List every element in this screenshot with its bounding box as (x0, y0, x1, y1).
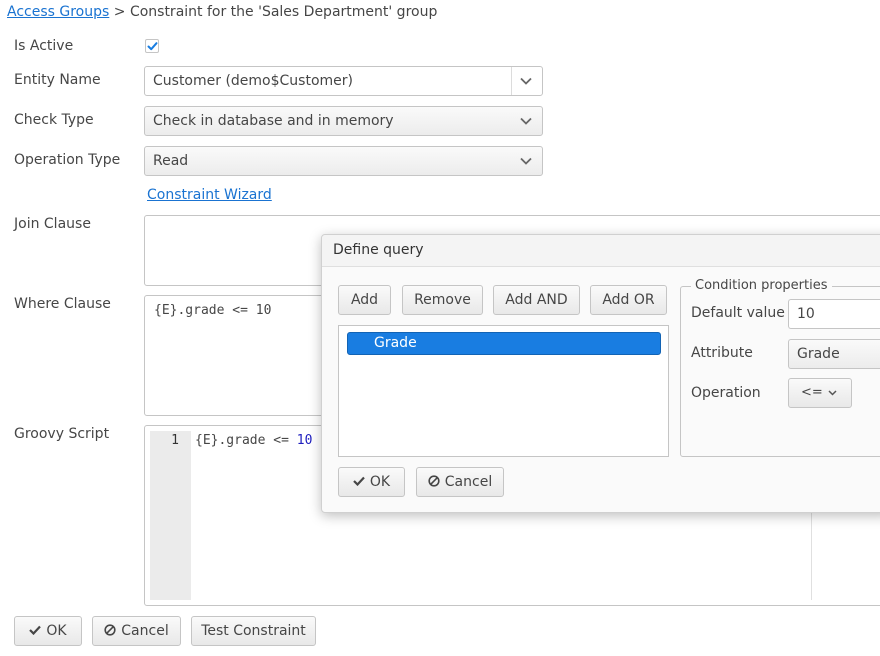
operation-type-select[interactable]: Read (144, 146, 543, 176)
operation-value: <= (801, 385, 823, 400)
code-line: {E}.grade <= 10 (195, 433, 312, 448)
dialog-cancel-label: Cancel (444, 474, 493, 490)
check-type-value: Check in database and in memory (153, 113, 394, 129)
check-type-select[interactable]: Check in database and in memory (144, 106, 543, 136)
entity-name-label: Entity Name (14, 72, 101, 88)
remove-condition-button[interactable]: Remove (402, 285, 483, 315)
tree-item-grade[interactable]: Grade (347, 332, 661, 355)
dialog-cancel-button[interactable]: Cancel (416, 467, 504, 497)
dialog-ok-button[interactable]: OK (338, 467, 405, 497)
chevron-down-icon (520, 157, 532, 165)
add-and-button[interactable]: Add AND (493, 285, 580, 315)
operation-type-label: Operation Type (14, 152, 121, 168)
line-number-gutter: 1 (150, 431, 191, 600)
ban-icon (104, 624, 116, 636)
operation-select[interactable]: <= (788, 378, 852, 408)
ok-button-label: OK (46, 623, 67, 639)
add-label: Add (350, 292, 379, 308)
checkmark-icon (353, 476, 365, 486)
breadcrumb-separator: > (113, 4, 126, 20)
groovy-script-label: Groovy Script (14, 426, 110, 442)
lookup-divider (511, 67, 512, 95)
cancel-button[interactable]: Cancel (92, 616, 181, 646)
join-clause-label: Join Clause (14, 216, 91, 232)
operation-label: Operation (691, 385, 761, 401)
add-and-label: Add AND (505, 292, 568, 308)
access-groups-link[interactable]: Access Groups (7, 4, 109, 20)
condition-properties-caption: Condition properties (691, 278, 832, 293)
default-value: 10 (797, 306, 815, 322)
attribute-select[interactable]: Grade (788, 339, 880, 369)
ok-button[interactable]: OK (14, 616, 82, 646)
cancel-button-label: Cancel (121, 623, 169, 639)
default-value-label: Default value (691, 305, 785, 321)
code-text: {E}.grade <= (195, 433, 297, 448)
add-or-button[interactable]: Add OR (590, 285, 667, 315)
test-constraint-label: Test Constraint (201, 623, 306, 639)
line-number: 1 (171, 433, 179, 448)
conditions-tree[interactable]: Grade (338, 325, 669, 457)
test-constraint-button[interactable]: Test Constraint (191, 616, 316, 646)
breadcrumb: Access Groups > Constraint for the 'Sale… (7, 4, 437, 20)
default-value-field[interactable]: 10 (788, 299, 880, 329)
is-active-label: Is Active (14, 38, 74, 54)
dialog-ok-label: OK (369, 474, 391, 490)
attribute-label: Attribute (691, 345, 753, 361)
check-type-label: Check Type (14, 112, 94, 128)
operation-type-value: Read (153, 153, 189, 169)
remove-label: Remove (414, 292, 471, 308)
page-title: Constraint for the 'Sales Department' gr… (129, 4, 438, 20)
add-condition-button[interactable]: Add (338, 285, 391, 315)
checkmark-icon (29, 625, 42, 635)
chevron-down-icon (520, 117, 532, 125)
constraint-wizard-link[interactable]: Constraint Wizard (147, 187, 272, 203)
code-number: 10 (296, 433, 313, 448)
entity-name-lookup[interactable]: Customer (demo$Customer) (144, 66, 543, 96)
where-clause-label: Where Clause (14, 296, 111, 312)
attribute-value: Grade (797, 346, 840, 362)
ban-icon (428, 475, 440, 487)
define-query-dialog: Define query Add Remove Add AND Add OR G… (321, 234, 880, 513)
entity-name-value: Customer (demo$Customer) (153, 73, 353, 89)
where-clause-value: {E}.grade <= 10 (154, 303, 272, 318)
condition-properties-panel: Condition properties Default value 10 At… (680, 278, 880, 457)
checkmark-icon (147, 42, 158, 51)
chevron-down-icon[interactable] (520, 77, 532, 85)
is-active-checkbox[interactable] (145, 39, 159, 53)
dialog-header[interactable]: Define query (322, 235, 880, 267)
dialog-title: Define query (333, 242, 424, 258)
add-or-label: Add OR (602, 292, 655, 308)
chevron-down-icon (828, 390, 837, 396)
